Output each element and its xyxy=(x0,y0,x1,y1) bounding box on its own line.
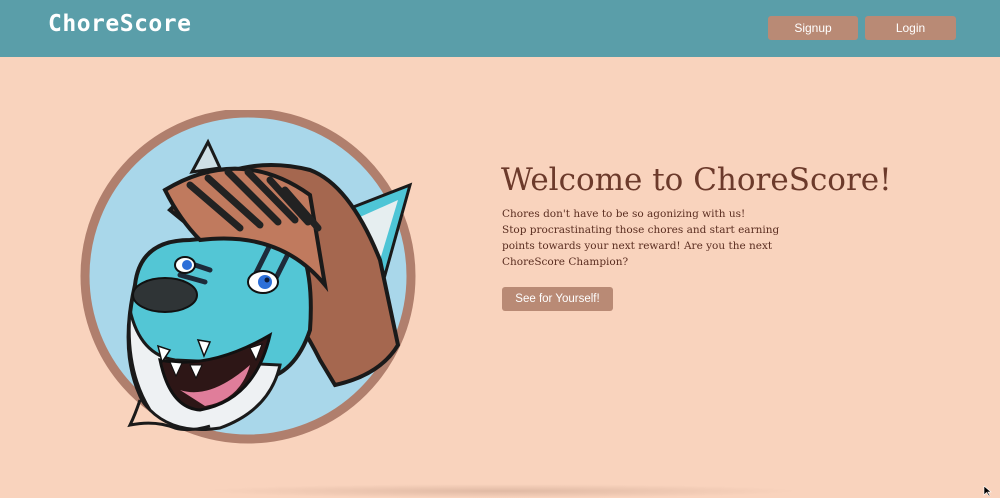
hero-description: Chores don't have to be so agonizing wit… xyxy=(502,206,792,270)
login-button[interactable]: Login xyxy=(865,16,956,40)
mascot-illustration xyxy=(80,110,416,444)
hero-title: Welcome to ChoreScore! xyxy=(501,162,892,198)
hero-line: Stop procrastinating those chores and st… xyxy=(502,224,780,236)
hero-line: Chores don't have to be so agonizing wit… xyxy=(502,208,746,220)
mouse-cursor-icon xyxy=(983,486,992,496)
signup-button[interactable]: Signup xyxy=(768,16,858,40)
brand-logo[interactable]: ChoreScore xyxy=(48,11,191,37)
hero-line: ChoreScore Champion? xyxy=(502,256,629,268)
nose xyxy=(132,277,198,313)
hero-line: points towards your next reward! Are you… xyxy=(502,240,773,252)
navbar: ChoreScore Signup Login xyxy=(0,0,1000,57)
see-for-yourself-button[interactable]: See for Yourself! xyxy=(502,287,613,311)
